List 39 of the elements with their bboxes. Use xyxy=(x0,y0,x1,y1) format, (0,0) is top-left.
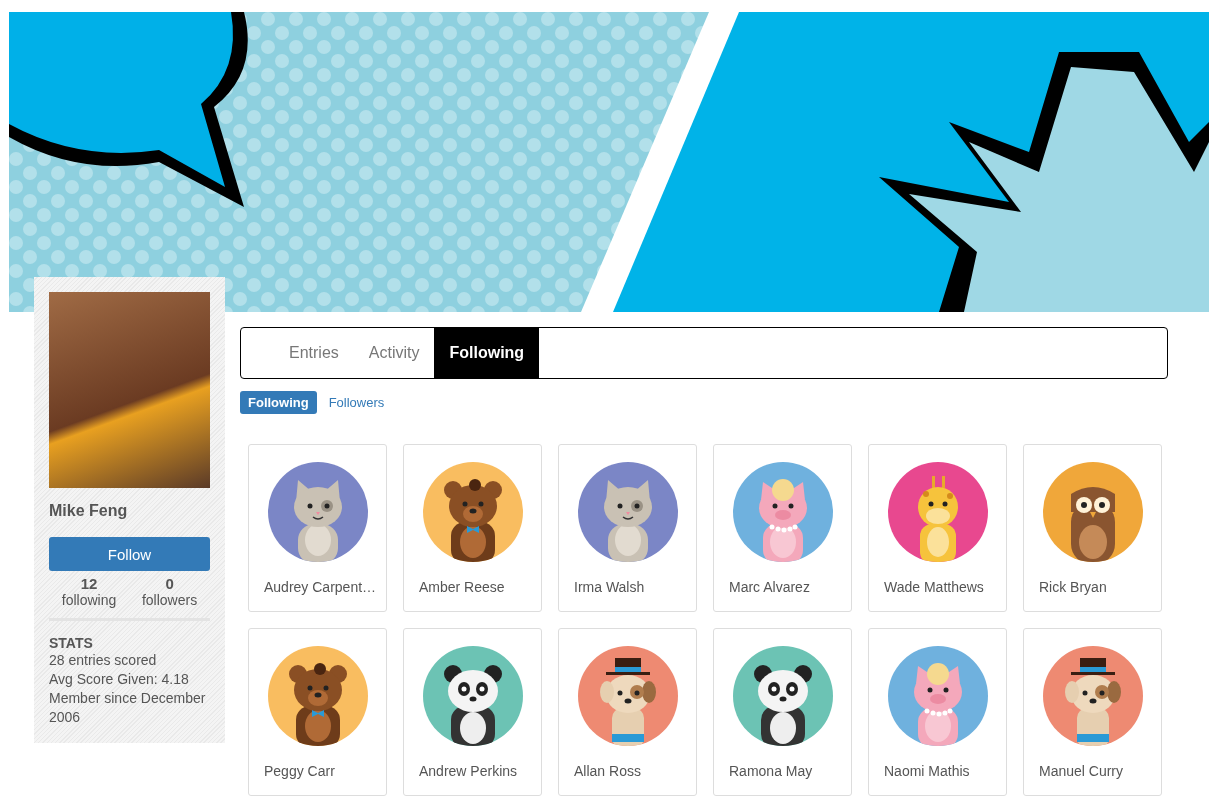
person-name: Amber Reese xyxy=(419,579,505,595)
profile-name: Mike Feng xyxy=(49,502,129,520)
person-card[interactable]: Irma Walsh xyxy=(558,444,697,612)
person-card[interactable]: Manuel Curry xyxy=(1023,628,1162,796)
count-value: 12 xyxy=(79,576,99,592)
person-name: Peggy Carr xyxy=(264,763,335,779)
stat-text: 28 entries scored xyxy=(49,651,158,670)
count-label: followers xyxy=(141,592,198,608)
stats-heading: STATS xyxy=(49,635,94,651)
filter-tab[interactable]: Following xyxy=(240,391,317,414)
person-name: Andrew Perkins xyxy=(419,763,518,779)
person-name: Wade Matthews xyxy=(884,579,984,595)
person-name: Irma Walsh xyxy=(574,579,645,595)
person-name: Ramona May xyxy=(729,763,813,779)
stat-text: Member since December 2006 xyxy=(49,689,207,727)
person-name: Audrey Carpent… xyxy=(264,579,377,595)
person-name: Naomi Mathis xyxy=(884,763,970,779)
person-card[interactable]: Wade Matthews xyxy=(868,444,1007,612)
person-card[interactable]: Rick Bryan xyxy=(1023,444,1162,612)
tab[interactable]: Activity xyxy=(353,328,435,378)
person-card[interactable]: Amber Reese xyxy=(403,444,542,612)
count-label: following xyxy=(61,592,117,608)
person-card[interactable]: Peggy Carr xyxy=(248,628,387,796)
person-card[interactable]: Naomi Mathis xyxy=(868,628,1007,796)
person-name: Manuel Curry xyxy=(1039,763,1124,779)
person-card[interactable]: Allan Ross xyxy=(558,628,697,796)
person-card[interactable]: Marc Alvarez xyxy=(713,444,852,612)
person-name: Allan Ross xyxy=(574,763,641,779)
tab[interactable]: Following xyxy=(434,328,540,378)
person-card[interactable]: Ramona May xyxy=(713,628,852,796)
stat-text: Avg Score Given: 4.18 xyxy=(49,670,190,689)
person-name: Marc Alvarez xyxy=(729,579,810,595)
person-card[interactable]: Andrew Perkins xyxy=(403,628,542,796)
person-name: Rick Bryan xyxy=(1039,579,1107,595)
person-card[interactable]: Audrey Carpent… xyxy=(248,444,387,612)
follow-button[interactable]: Follow xyxy=(49,537,210,571)
tab[interactable]: Entries xyxy=(274,328,354,378)
count-value: 0 xyxy=(164,576,175,592)
filter-tab[interactable]: Followers xyxy=(320,391,393,414)
